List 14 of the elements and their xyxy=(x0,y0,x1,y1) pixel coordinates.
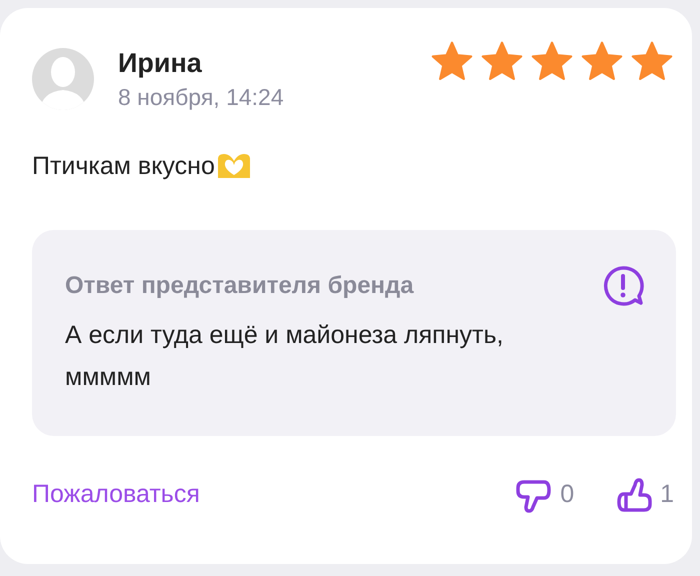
star-icon xyxy=(430,40,474,82)
dislike-button[interactable]: 0 xyxy=(514,476,574,514)
star-icon xyxy=(480,40,524,82)
review-date: 8 ноября, 14:24 xyxy=(118,83,284,112)
review-text: Птичкам вкусно xyxy=(32,151,215,182)
reply-title: Ответ представителя бренда xyxy=(65,271,414,301)
star-icon xyxy=(630,40,674,82)
like-button[interactable]: 1 xyxy=(614,476,674,514)
author-name: Ирина xyxy=(118,47,203,80)
star-icon xyxy=(530,40,574,82)
reply-text: А если туда ещё и майонеза ляпнуть, ммммм xyxy=(65,320,504,393)
report-link[interactable]: Пожаловаться xyxy=(32,476,200,514)
star-icon xyxy=(580,40,624,82)
alert-message-icon xyxy=(601,264,645,308)
